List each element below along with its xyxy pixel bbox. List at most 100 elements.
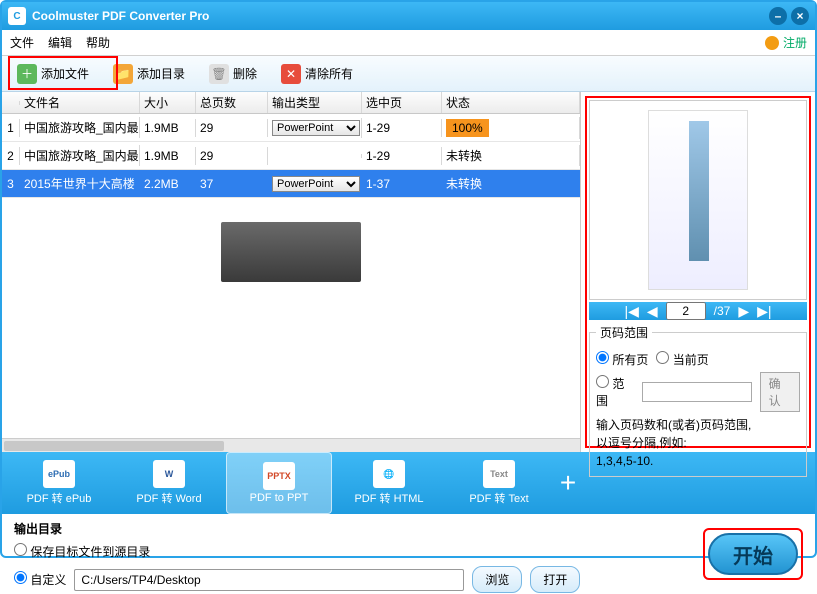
radio-all-pages[interactable]: 所有页	[596, 351, 648, 368]
add-folder-button[interactable]: 📁 添加目录	[104, 59, 194, 89]
radio-range[interactable]: 范围	[596, 375, 634, 409]
register-label: 注册	[783, 34, 807, 51]
cell-selected: 1-37	[362, 175, 442, 193]
add-format-button[interactable]: +	[556, 452, 580, 514]
format-option[interactable]: PPTX PDF to PPT	[226, 452, 332, 514]
add-file-button[interactable]: ＋ 添加文件	[8, 59, 98, 89]
radio-save-source[interactable]: 保存目标文件到源目录	[14, 543, 150, 560]
prev-page-button[interactable]: ◀	[647, 303, 658, 320]
format-option[interactable]: TextPDF 转 Text	[446, 452, 552, 514]
browse-button[interactable]: 浏览	[472, 566, 522, 593]
th-status[interactable]: 状态	[442, 92, 580, 113]
format-icon: PPTX	[263, 462, 295, 490]
th-pages[interactable]: 总页数	[196, 92, 268, 113]
radio-current-page[interactable]: 当前页	[656, 351, 708, 368]
register-icon	[765, 36, 779, 50]
start-area: 开始	[703, 520, 803, 588]
th-size[interactable]: 大小	[140, 92, 196, 113]
clear-all-label: 清除所有	[305, 65, 353, 82]
toolbar: ＋ 添加文件 📁 添加目录 🗑 删除 ✕ 清除所有	[2, 56, 815, 92]
close-button[interactable]: ×	[791, 7, 809, 25]
table-row[interactable]: 1中国旅游攻略_国内最1.9MB29PowerPoint1-29100%	[2, 114, 580, 142]
add-file-label: 添加文件	[41, 65, 89, 82]
format-label: PDF 转 ePub	[27, 490, 92, 506]
output-type-select[interactable]: PowerPoint	[272, 176, 360, 192]
range-hint: 输入页码数和(或者)页码范围, 以逗号分隔,例如: 1,3,4,5-10.	[596, 416, 800, 470]
preview-image	[648, 110, 748, 290]
window-title: Coolmuster PDF Converter Pro	[32, 9, 765, 23]
format-option[interactable]: 🌐 PDF 转 HTML	[336, 452, 442, 514]
format-label: PDF 转 Word	[136, 490, 201, 506]
highlight-box-start: 开始	[703, 528, 803, 580]
output-path-input[interactable]	[74, 569, 464, 591]
format-icon: W	[153, 460, 185, 488]
add-folder-label: 添加目录	[137, 65, 185, 82]
table-row[interactable]: 32015年世界十大高楼2.2MB37PowerPoint1-37未转换	[2, 170, 580, 198]
next-page-button[interactable]: ▶	[738, 303, 749, 320]
page-number-input[interactable]	[666, 302, 706, 320]
cell-type	[268, 154, 362, 158]
menu-edit[interactable]: 编辑	[48, 34, 72, 51]
cell-type: PowerPoint	[268, 174, 362, 194]
folder-icon: 📁	[113, 64, 133, 84]
range-input[interactable]	[642, 382, 752, 402]
cell-pages: 29	[196, 147, 268, 165]
confirm-button[interactable]: 确认	[760, 372, 800, 412]
cell-index: 1	[2, 119, 20, 137]
output-title: 输出目录	[14, 520, 703, 537]
cell-pages: 37	[196, 175, 268, 193]
th-type[interactable]: 输出类型	[268, 92, 362, 113]
cell-type: PowerPoint	[268, 118, 362, 138]
format-icon: ePub	[43, 460, 75, 488]
minimize-button[interactable]: –	[769, 7, 787, 25]
format-label: PDF 转 HTML	[354, 490, 423, 506]
menu-file[interactable]: 文件	[10, 34, 34, 51]
app-logo-icon: C	[8, 7, 26, 25]
cell-name: 中国旅游攻略_国内最	[20, 145, 140, 166]
format-option[interactable]: ePub PDF 转 ePub	[6, 452, 112, 514]
cell-index: 3	[2, 175, 20, 193]
th-index	[2, 101, 20, 105]
page-total: /37	[714, 304, 731, 318]
add-file-icon: ＋	[17, 64, 37, 84]
status-badge: 100%	[446, 119, 489, 137]
pager: |◀ ◀ /37 ▶ ▶|	[589, 302, 807, 320]
format-icon: Text	[483, 460, 515, 488]
cell-status: 100%	[442, 117, 580, 139]
preview-panel: |◀ ◀ /37 ▶ ▶| 页码范围 所有页 当前页 范围 确认	[581, 92, 815, 452]
open-button[interactable]: 打开	[530, 566, 580, 593]
page-range-legend: 页码范围	[596, 324, 652, 341]
format-option[interactable]: W PDF 转 Word	[116, 452, 222, 514]
horizontal-scrollbar[interactable]	[2, 438, 580, 452]
output-type-select[interactable]: PowerPoint	[272, 120, 360, 136]
delete-button[interactable]: 🗑 删除	[200, 59, 266, 89]
th-selected[interactable]: 选中页	[362, 92, 442, 113]
cell-pages: 29	[196, 119, 268, 137]
clear-all-button[interactable]: ✕ 清除所有	[272, 59, 362, 89]
cell-name: 中国旅游攻略_国内最	[20, 117, 140, 138]
cell-selected: 1-29	[362, 147, 442, 165]
format-label: PDF to PPT	[250, 492, 309, 504]
titlebar: C Coolmuster PDF Converter Pro – ×	[2, 2, 815, 30]
cell-status: 未转换	[442, 173, 580, 194]
output-settings: 输出目录 保存目标文件到源目录 自定义 浏览 打开	[14, 520, 703, 588]
table-body: 1中国旅游攻略_国内最1.9MB29PowerPoint1-29100%2中国旅…	[2, 114, 580, 198]
menu-help[interactable]: 帮助	[86, 34, 110, 51]
register-link[interactable]: 注册	[765, 34, 807, 51]
start-button[interactable]: 开始	[708, 533, 798, 575]
waveform-thumbnail	[221, 222, 361, 282]
menubar: 文件 编辑 帮助 注册	[2, 30, 815, 56]
format-icon: 🌐	[373, 460, 405, 488]
trash-icon: 🗑	[209, 64, 229, 84]
cell-index: 2	[2, 147, 20, 165]
last-page-button[interactable]: ▶|	[757, 303, 771, 320]
delete-label: 删除	[233, 65, 257, 82]
radio-custom[interactable]: 自定义	[14, 571, 66, 588]
cell-selected: 1-29	[362, 119, 442, 137]
th-name[interactable]: 文件名	[20, 92, 140, 113]
cell-size: 1.9MB	[140, 147, 196, 165]
table-row[interactable]: 2中国旅游攻略_国内最1.9MB291-29未转换	[2, 142, 580, 170]
cell-name: 2015年世界十大高楼	[20, 173, 140, 194]
cell-size: 2.2MB	[140, 175, 196, 193]
first-page-button[interactable]: |◀	[624, 303, 638, 320]
